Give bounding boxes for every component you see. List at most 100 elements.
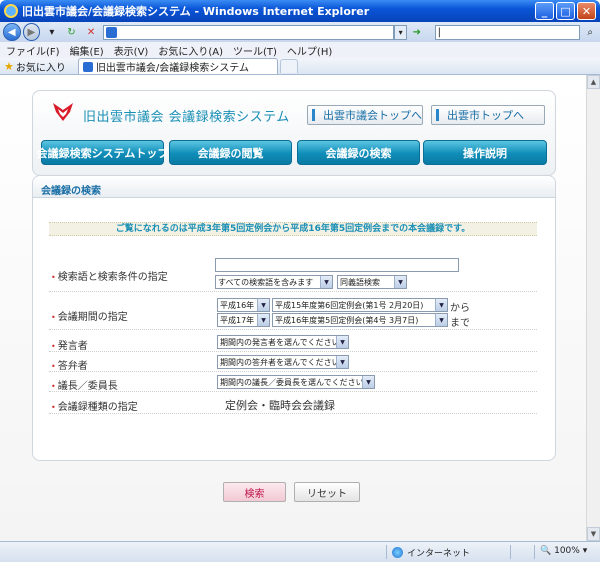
window-title-bar: 旧出雲市議会/会議録検索システム - Windows Internet Expl… — [0, 0, 600, 22]
close-button[interactable]: ✕ — [577, 2, 596, 20]
search-button[interactable]: 検索 — [223, 482, 286, 502]
web-search-text: | — [437, 26, 441, 38]
dropdown-arrow-icon: ▼ — [435, 314, 447, 326]
to-session-value: 平成16年度第5回定例会(第4号 3月7日) — [275, 315, 419, 325]
city-emblem-icon — [53, 103, 73, 121]
browser-tab[interactable]: 旧出雲市議会/会議録検索システム — [77, 58, 278, 74]
favorites-star-icon[interactable]: ★ — [4, 60, 14, 73]
from-session-select[interactable]: 平成15年度第6回定例会(第1号 2月20日) ▼ — [272, 298, 448, 312]
speaker-select[interactable]: 期間内の発言者を選んでください ▼ — [217, 335, 349, 349]
recent-pages-icon[interactable]: ▾ — [45, 25, 59, 39]
forward-button[interactable]: ▶ — [22, 23, 41, 41]
dropdown-arrow-icon: ▼ — [362, 376, 374, 388]
menu-edit[interactable]: 編集(E) — [70, 43, 104, 58]
back-button[interactable]: ◀ — [3, 23, 21, 41]
ie-logo-icon — [4, 4, 18, 18]
period-row: 会議期間の指定 平成16年 ▼ 平成15年度第6回定例会(第1号 2月20日) … — [49, 296, 537, 330]
chair-row: 議長／委員長 期間内の議長／委員長を選んでください ▼ — [49, 374, 537, 392]
zoom-dropdown-icon: ▾ — [582, 546, 588, 556]
zoom-icon: 🔍 — [540, 546, 552, 556]
menu-favorites[interactable]: お気に入り(A) — [158, 43, 223, 58]
reset-button[interactable]: リセット — [294, 482, 360, 502]
chair-select[interactable]: 期間内の議長／委員長を選んでください ▼ — [217, 375, 375, 389]
answerer-value: 期間内の答弁者を選んでください — [220, 357, 340, 367]
new-tab-button[interactable] — [279, 59, 298, 73]
scroll-down-icon[interactable]: ▼ — [587, 527, 600, 541]
speaker-label: 発言者 — [51, 337, 88, 352]
maximize-button[interactable]: □ — [556, 2, 575, 20]
nav-browse[interactable]: 会議録の閲覧 — [169, 140, 292, 165]
to-session-select[interactable]: 平成16年度第5回定例会(第4号 3月7日) ▼ — [272, 313, 448, 327]
security-zone[interactable]: インターネット — [392, 546, 470, 559]
favorites-bar: ★ お気に入り 旧出雲市議会/会議録検索システム — [0, 58, 600, 75]
from-session-value: 平成15年度第6回定例会(第1号 2月20日) — [275, 300, 424, 310]
url-dropdown-button[interactable]: ▾ — [394, 24, 407, 40]
to-year-value: 平成17年 — [220, 315, 255, 325]
minimize-button[interactable]: _ — [535, 2, 554, 20]
to-year-select[interactable]: 平成17年 ▼ — [217, 313, 270, 327]
keyword-input[interactable] — [215, 258, 459, 272]
synonym-select[interactable]: 同義語検索 ▼ — [337, 275, 407, 289]
search-panel: 会議録の検索 ご覧になれるのは平成3年第5回定例会から平成16年第5回定例会まで… — [32, 175, 556, 502]
site-header: 旧出雲市議会 会議録検索システム 出雲市議会トップへ 出雲市トップへ 会議録検索… — [32, 90, 556, 176]
tab-title: 旧出雲市議会/会議録検索システム — [95, 63, 249, 74]
page-icon — [105, 26, 117, 38]
menu-view[interactable]: 表示(V) — [114, 43, 149, 58]
url-input[interactable] — [102, 24, 395, 40]
zone-label: インターネット — [407, 549, 471, 559]
dropdown-arrow-icon: ▼ — [336, 336, 348, 348]
zoom-level: 100% — [554, 546, 580, 556]
dropdown-arrow-icon: ▼ — [257, 299, 269, 311]
from-year-value: 平成16年 — [220, 300, 255, 310]
nav-help[interactable]: 操作説明 — [423, 140, 547, 165]
nav-system-top[interactable]: 会議録検索システムトップ — [37, 140, 168, 165]
site-title: 旧出雲市議会 会議録検索システム — [83, 110, 290, 125]
speaker-row: 発言者 期間内の発言者を選んでください ▼ — [49, 334, 537, 352]
search-heading: 会議録の検索 — [33, 176, 555, 198]
web-search-input[interactable]: | — [434, 24, 581, 40]
to-suffix: まで — [450, 318, 470, 329]
type-label: 会議録種類の指定 — [51, 398, 138, 413]
speaker-value: 期間内の発言者を選んでください — [220, 337, 340, 347]
search-icon[interactable]: ⌕ — [583, 25, 597, 39]
council-top-label: 出雲市議会トップへ — [323, 109, 422, 122]
status-bar: インターネット 🔍 100% ▾ — [0, 541, 600, 562]
favorites-button[interactable]: お気に入り — [16, 59, 66, 74]
keyword-condition-value: すべての検索語を含みます — [218, 277, 314, 287]
availability-notice: ご覧になれるのは平成3年第5回定例会から平成16年第5回定例会までの本会議録です… — [49, 222, 537, 236]
menu-tools[interactable]: ツール(T) — [233, 43, 277, 58]
link-bar-icon — [436, 109, 439, 121]
council-top-link[interactable]: 出雲市議会トップへ — [307, 105, 423, 125]
city-top-label: 出雲市トップへ — [447, 109, 524, 122]
go-icon[interactable]: ➜ — [410, 25, 424, 39]
keyword-label: 検索語と検索条件の指定 — [51, 268, 168, 283]
nav-search[interactable]: 会議録の検索 — [297, 140, 420, 165]
dropdown-arrow-icon: ▼ — [257, 314, 269, 326]
type-value: 定例会・臨時会会議録 — [225, 399, 335, 412]
chair-label: 議長／委員長 — [51, 377, 118, 392]
stop-icon[interactable]: ✕ — [84, 25, 98, 39]
keyword-condition-select[interactable]: すべての検索語を含みます ▼ — [215, 275, 333, 289]
from-year-select[interactable]: 平成16年 ▼ — [217, 298, 270, 312]
scroll-up-icon[interactable]: ▲ — [587, 75, 600, 89]
answerer-label: 答弁者 — [51, 357, 88, 372]
type-row: 会議録種類の指定 定例会・臨時会会議録 — [49, 394, 537, 414]
vertical-scrollbar[interactable]: ▲ ▼ — [586, 75, 600, 541]
chair-value: 期間内の議長／委員長を選んでください — [220, 377, 364, 387]
dropdown-arrow-icon: ▼ — [336, 356, 348, 368]
city-top-link[interactable]: 出雲市トップへ — [431, 105, 545, 125]
menu-help[interactable]: ヘルプ(H) — [287, 43, 332, 58]
synonym-value: 同義語検索 — [340, 277, 380, 287]
window-title: 旧出雲市議会/会議録検索システム - Windows Internet Expl… — [22, 5, 370, 18]
link-bar-icon — [312, 109, 315, 121]
menu-file[interactable]: ファイル(F) — [6, 43, 60, 58]
from-suffix: から — [450, 303, 470, 314]
page-viewport: 旧出雲市議会 会議録検索システム 出雲市議会トップへ 出雲市トップへ 会議録検索… — [0, 75, 586, 541]
internet-globe-icon — [392, 547, 403, 558]
refresh-icon[interactable]: ↻ — [65, 25, 79, 39]
menu-bar: ファイル(F) 編集(E) 表示(V) お気に入り(A) ツール(T) ヘルプ(… — [0, 42, 600, 58]
dropdown-arrow-icon: ▼ — [394, 276, 406, 288]
answerer-select[interactable]: 期間内の答弁者を選んでください ▼ — [217, 355, 349, 369]
zoom-control[interactable]: 🔍 100% ▾ — [540, 546, 587, 556]
answerer-row: 答弁者 期間内の答弁者を選んでください ▼ — [49, 354, 537, 372]
